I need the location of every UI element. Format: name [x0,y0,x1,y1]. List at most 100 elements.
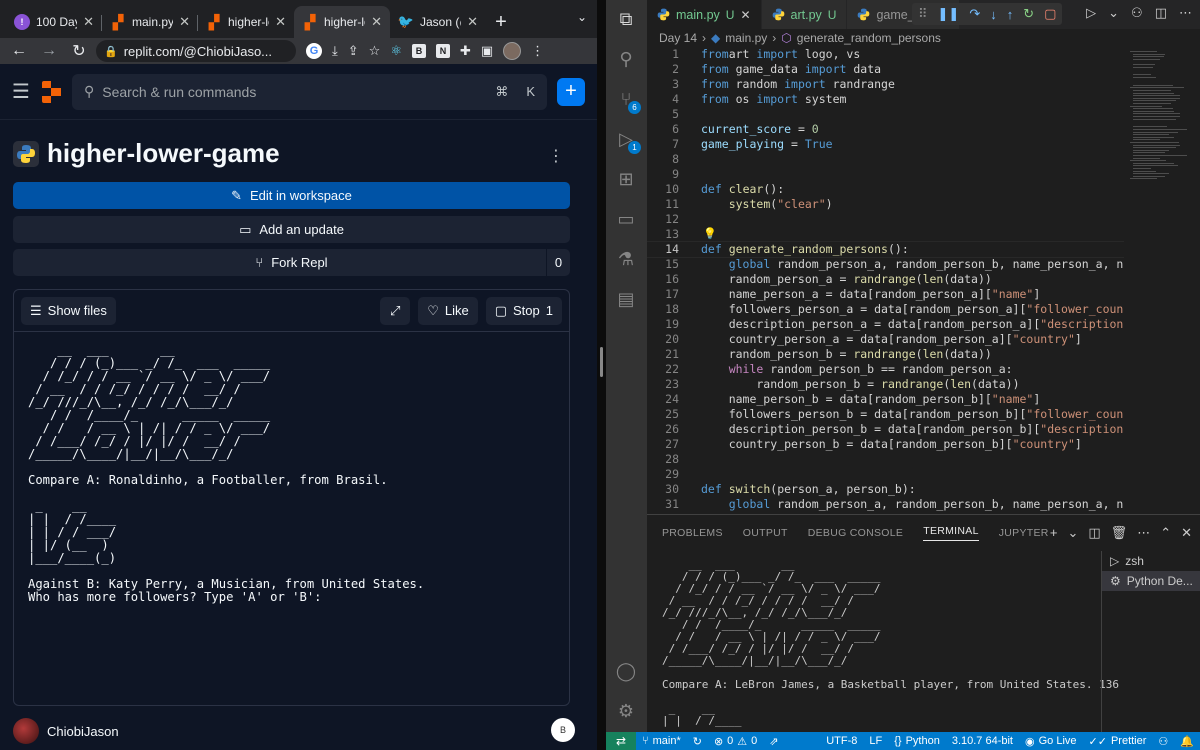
share-icon[interactable]: ⇪ [348,43,359,59]
code-line[interactable]: 30 def switch(person_a, person_b): [647,482,1127,497]
code-line[interactable]: 31 global random_person_a, random_person… [647,497,1127,512]
code-line[interactable]: 9 [647,167,1127,182]
prettier-status[interactable]: ✓✓ Prettier [1083,735,1153,748]
terminal-output[interactable]: __ ___ __ / / / (_)___ _/ /_ ___ _____ /… [662,559,1119,727]
profile-avatar[interactable] [503,42,522,60]
code-line[interactable]: 12 [647,212,1127,227]
browser-tab-higherlower[interactable]: ▞ higher-lo ✕ [198,6,294,38]
remote-icon[interactable]: ⇄ [606,732,636,750]
branch-status[interactable]: ⑂ main* [636,735,687,747]
code-line[interactable]: 16 random_person_a = randrange(len(data)… [647,272,1127,287]
panel-tab-debug-console[interactable]: DEBUG CONSOLE [808,527,904,539]
gear-icon[interactable]: ⚙ [615,700,637,722]
code-line[interactable]: 1 fromart import logo, vs [647,47,1127,62]
extensions-icon[interactable]: ⊞ [615,168,637,190]
code-line[interactable]: 27 country_person_b = data[random_person… [647,437,1127,452]
code-line[interactable]: 4 from os import system [647,92,1127,107]
run-icon[interactable]: ▷ [1086,5,1096,21]
code-line[interactable]: 5 [647,107,1127,122]
code-line[interactable]: 28 [647,452,1127,467]
terminal-item-python[interactable]: ⚙ Python De... [1102,571,1200,591]
editor-tab-artpy[interactable]: art.py U [761,0,848,29]
bell-icon[interactable]: 🔔 [1174,735,1200,748]
hamburger-menu-icon[interactable]: ☰ [12,79,32,104]
live-share-icon[interactable]: ⇗ [763,735,784,748]
author-row[interactable]: ChiobiJason [13,718,119,744]
menu-kebab-icon[interactable]: ⋮ [531,43,544,59]
user-badge[interactable]: B [551,718,575,742]
step-over-icon[interactable]: ↷ [969,6,980,22]
panel-tab-jupyter[interactable]: JUPYTER [999,527,1049,539]
browser-tab-100days[interactable]: ! 100 Days ✕ [6,6,102,38]
feedback-icon[interactable]: ⚇ [1152,735,1174,748]
step-into-icon[interactable]: ↓ [990,7,997,22]
testing-icon[interactable]: ⚗ [615,248,637,270]
code-line[interactable]: 2 from game_data import data [647,62,1127,77]
code-editor[interactable]: 1 fromart import logo, vs 2 from game_data … [647,47,1127,514]
browser-tab-twitter[interactable]: 🐦 Jason (@ ✕ [390,6,486,38]
create-repl-button[interactable]: + [557,77,585,106]
more-icon[interactable]: ⋯ [1179,5,1192,21]
add-update-button[interactable]: ▭ Add an update [13,216,570,243]
trash-icon[interactable]: 🗑 [1111,525,1128,541]
interpreter-status[interactable]: 3.10.7 64-bit [946,735,1019,747]
extension-b-icon[interactable]: B [411,44,426,58]
problems-status[interactable]: ⊗ 0 ⚠ 0 [708,735,763,748]
new-tab-button[interactable]: + [486,6,516,38]
panel-tab-terminal[interactable]: TERMINAL [923,525,979,541]
close-icon[interactable]: ✕ [83,14,94,30]
chevron-down-icon[interactable]: ⌄ [1108,5,1119,21]
editor-tab-mainpy[interactable]: main.py U ✕ [647,0,762,29]
like-button[interactable]: ♡ Like [418,296,478,325]
close-icon[interactable]: ✕ [179,14,190,30]
forward-arrow-icon[interactable]: → [36,42,62,60]
eol-status[interactable]: LF [863,735,888,747]
close-icon[interactable]: ✕ [275,14,286,30]
back-arrow-icon[interactable]: ← [6,42,32,60]
chevron-down-icon[interactable]: ⌄ [1067,525,1078,541]
google-icon[interactable]: G [306,43,322,59]
repl-options-icon[interactable]: ⋮ [548,146,564,166]
react-devtools-icon[interactable]: ⚛ [390,43,402,59]
panel-tab-problems[interactable]: PROBLEMS [662,527,723,539]
code-line[interactable]: 19 description_person_a = data[random_pe… [647,317,1127,332]
code-line[interactable]: 26 description_person_b = data[random_pe… [647,422,1127,437]
language-status[interactable]: {} Python [888,735,946,747]
code-line[interactable]: 25 followers_person_b = data[random_pers… [647,407,1127,422]
close-icon[interactable]: ✕ [371,14,382,30]
go-live-status[interactable]: ◉ Go Live [1019,735,1083,748]
code-line[interactable]: 23 random_person_b = randrange(len(data)… [647,377,1127,392]
reload-icon[interactable]: ↻ [66,41,92,61]
remote-explorer-icon[interactable]: ▭ [615,208,637,230]
address-bar[interactable]: 🔒 replit.com/@ChiobiJaso... [96,40,296,62]
split-terminal-icon[interactable]: ◫ [1088,525,1100,541]
sync-icon[interactable]: ↻ [687,735,708,748]
lightbulb-icon[interactable]: 💡 [703,226,717,241]
code-line[interactable]: 29 [647,467,1127,482]
sidepanel-icon[interactable]: ▣ [481,43,493,59]
code-line[interactable]: 14 def generate_random_persons(): [647,241,1127,258]
close-icon[interactable]: ✕ [467,14,478,30]
split-editor-icon[interactable]: ◫ [1155,5,1167,21]
jupyter-icon[interactable]: ▤ [615,288,637,310]
code-line[interactable]: 10 def clear(): [647,182,1127,197]
step-out-icon[interactable]: ↑ [1007,7,1014,22]
extension-n-icon[interactable]: N [435,44,450,58]
puzzle-icon[interactable]: ✚ [460,43,471,59]
edit-in-workspace-button[interactable]: ✎ Edit in workspace [13,182,570,209]
code-line[interactable]: 20 country_person_a = data[random_person… [647,332,1127,347]
more-icon[interactable]: ⋯ [1137,525,1150,541]
new-terminal-icon[interactable]: + [1050,525,1058,541]
code-line[interactable]: 7 game_playing = True [647,137,1127,152]
code-line[interactable]: 13 💡 [647,227,1127,242]
console-output[interactable]: __ ___ __ / / / (_)___ _/ /_ ___ _____ /… [14,332,569,616]
fork-repl-button[interactable]: ⑂ Fork Repl 0 [13,249,570,276]
stop-button[interactable]: ▢ Stop 1 [485,296,562,325]
panel-tab-output[interactable]: OUTPUT [743,527,788,539]
pause-icon[interactable]: ❚❚ [938,6,960,22]
code-line[interactable]: 24 name_person_b = data[random_person_b]… [647,392,1127,407]
browser-tab-higherlower-active[interactable]: ▞ higher-lo ✕ [294,6,390,38]
code-line[interactable]: 6 current_score = 0 [647,122,1127,137]
maximize-icon[interactable]: ⌃ [1160,525,1171,541]
search-icon[interactable]: ⚲ [615,48,637,70]
